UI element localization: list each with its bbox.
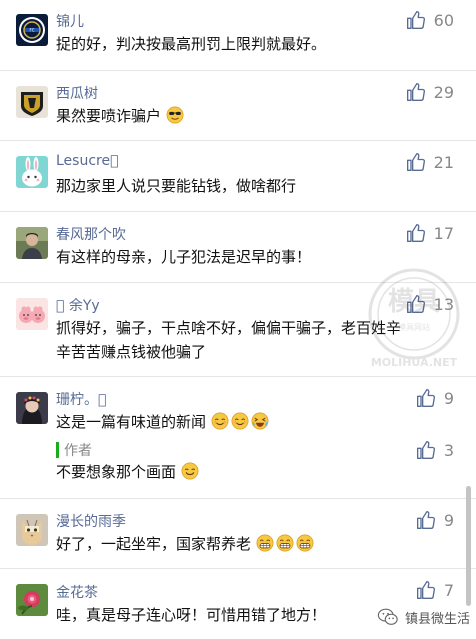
comment-text: 果然要喷诈骗户 <box>56 104 404 128</box>
like-count: 29 <box>433 82 454 102</box>
thumbs-up-icon <box>406 224 425 242</box>
avatar[interactable] <box>16 584 48 616</box>
like-button[interactable]: 9 <box>416 388 454 408</box>
svg-text:FC: FC <box>29 28 34 33</box>
divider <box>0 140 476 141</box>
reply-like-button[interactable]: 3 <box>416 440 454 460</box>
divider <box>0 70 476 71</box>
like-button[interactable]: 29 <box>406 82 454 102</box>
grin-emoji-icon <box>276 534 294 552</box>
commenter-name[interactable]: 漫长的雨季 <box>56 511 126 531</box>
comment-text: 捉的好，判决按最高刑罚上限判就最好。 <box>56 35 327 53</box>
divider <box>0 498 476 499</box>
comment-text: 好了，一起坐牢，国家帮养老 <box>56 532 404 556</box>
grin-emoji-icon <box>296 534 314 552</box>
comment-text: 哇，真是母子连心呀！可惜用错了地方！ <box>56 606 327 624</box>
like-button[interactable]: 17 <box>406 223 454 243</box>
commenter-name[interactable]: 􏿿 余Yy <box>56 295 100 315</box>
reply-text-body: 不要想象那个画面 <box>56 463 177 481</box>
like-count: 9 <box>443 388 454 408</box>
commenter-name[interactable]: 珊柠。􏿿 <box>56 389 106 409</box>
thumbs-up-icon <box>406 295 425 313</box>
commenter-name[interactable]: 锦儿 <box>56 11 84 31</box>
thumbs-up-icon <box>416 441 435 459</box>
reply-indicator <box>56 442 59 458</box>
avatar[interactable]: FC <box>16 14 48 46</box>
smile-emoji-icon <box>211 412 229 430</box>
laugh-emoji-icon <box>251 412 269 430</box>
thumbs-up-icon <box>416 581 435 599</box>
thumbs-up-icon <box>416 511 435 529</box>
like-count: 9 <box>443 510 454 530</box>
comment-text: 有这样的母亲，儿子犯法是迟早的事！ <box>56 248 312 266</box>
divider <box>0 282 476 283</box>
thumbs-up-icon <box>406 83 425 102</box>
like-button[interactable]: 7 <box>416 580 454 600</box>
divider <box>0 211 476 212</box>
comment-text-body: 好了，一起坐牢，国家帮养老 <box>56 535 252 553</box>
commenter-name[interactable]: Lesucre􏿿 <box>56 153 119 169</box>
like-count: 17 <box>433 223 454 243</box>
like-count: 13 <box>433 294 454 314</box>
commenter-name[interactable]: 春风那个吹 <box>56 224 126 244</box>
reply-author-label: 作者 <box>64 443 92 459</box>
comment-text: 这是一篇有味道的新闻 <box>56 410 404 434</box>
comment-text: 那边家里人说只要能钻钱，做啥都行 <box>56 177 297 195</box>
avatar[interactable] <box>16 392 48 424</box>
sunglasses-emoji-icon <box>166 106 184 124</box>
grin-emoji-icon <box>181 462 199 480</box>
comment-text-body: 果然要喷诈骗户 <box>56 107 162 125</box>
avatar[interactable] <box>16 227 48 259</box>
thumbs-up-icon <box>406 153 425 171</box>
divider <box>0 568 476 569</box>
reply-text: 不要想象那个画面 <box>56 460 404 484</box>
like-button[interactable]: 60 <box>406 10 454 30</box>
comment-text: 抓得好，骗子，干点啥不好，偏偏干骗子，老百姓辛辛苦苦赚点钱被他骗了 <box>56 319 402 361</box>
like-button[interactable]: 13 <box>406 294 454 314</box>
commenter-name[interactable]: 西瓜树 <box>56 83 98 103</box>
like-count: 7 <box>443 580 454 600</box>
account-name: 镇县微生活 <box>404 611 470 627</box>
avatar[interactable] <box>16 298 48 330</box>
account-badge: 镇县微生活 <box>377 606 470 628</box>
like-count: 21 <box>433 152 454 172</box>
grin-emoji-icon <box>256 534 274 552</box>
like-count: 60 <box>433 10 454 30</box>
thumbs-up-icon <box>406 11 425 30</box>
comment-text-body: 这是一篇有味道的新闻 <box>56 413 207 431</box>
wechat-icon <box>377 608 398 625</box>
avatar[interactable] <box>16 86 48 118</box>
smile-emoji-icon <box>231 412 249 430</box>
like-button[interactable]: 21 <box>406 152 454 172</box>
divider <box>0 376 476 377</box>
like-button[interactable]: 9 <box>416 510 454 530</box>
reply-like-count: 3 <box>443 440 454 460</box>
thumbs-up-icon <box>416 389 435 407</box>
scrollbar-thumb[interactable] <box>466 486 471 606</box>
avatar[interactable] <box>16 514 48 546</box>
commenter-name[interactable]: 金花茶 <box>56 582 98 602</box>
avatar[interactable] <box>16 156 48 188</box>
